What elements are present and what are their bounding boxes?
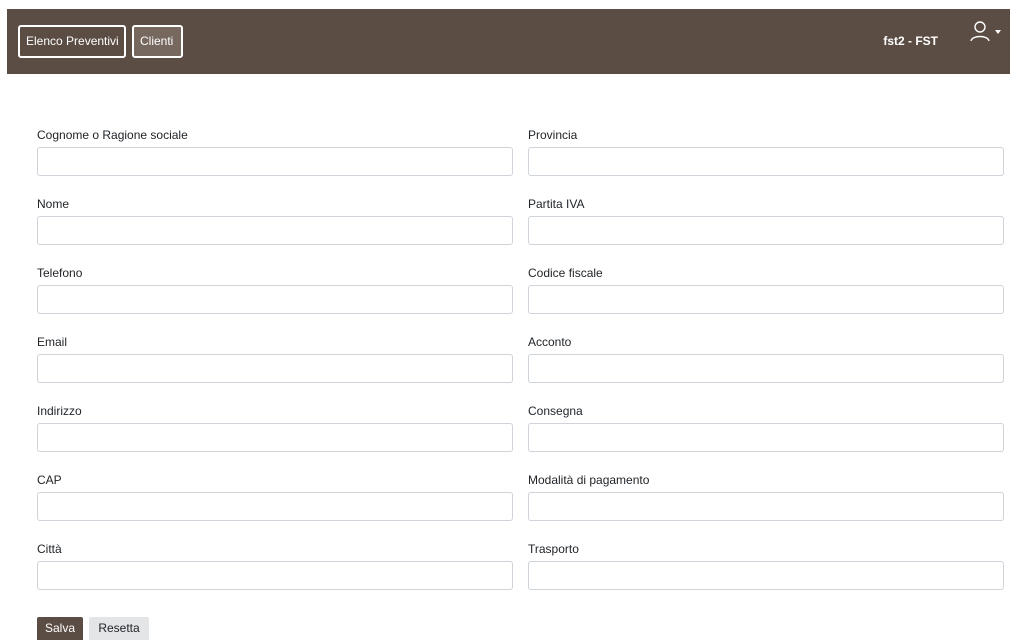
- partita-iva-input[interactable]: [528, 216, 1004, 245]
- field-nome: Nome: [37, 196, 513, 245]
- citta-input[interactable]: [37, 561, 513, 590]
- field-label: Provincia: [528, 128, 578, 142]
- field-telefono: Telefono: [37, 265, 513, 314]
- field-modalita-pagamento: Modalità di pagamento: [528, 472, 1004, 521]
- field-cap: CAP: [37, 472, 513, 521]
- chevron-down-icon[interactable]: [995, 30, 1001, 34]
- field-cognome: Cognome o Ragione sociale: [37, 127, 513, 176]
- cognome-input[interactable]: [37, 147, 513, 176]
- reset-button[interactable]: Resetta: [89, 617, 149, 640]
- user-icon[interactable]: [969, 20, 991, 42]
- field-consegna: Consegna: [528, 403, 1004, 452]
- codice-fiscale-input[interactable]: [528, 285, 1004, 314]
- field-acconto: Acconto: [528, 334, 1004, 383]
- tab-clienti[interactable]: Clienti: [132, 25, 183, 58]
- field-label: Modalità di pagamento: [528, 473, 650, 487]
- field-label: Codice fiscale: [528, 266, 603, 280]
- field-label: Partita IVA: [528, 197, 585, 211]
- field-label: CAP: [37, 473, 62, 487]
- field-label: Acconto: [528, 335, 572, 349]
- field-indirizzo: Indirizzo: [37, 403, 513, 452]
- field-label: Nome: [37, 197, 70, 211]
- field-label: Email: [37, 335, 68, 349]
- field-partita-iva: Partita IVA: [528, 196, 1004, 245]
- nome-input[interactable]: [37, 216, 513, 245]
- field-label: Trasporto: [528, 542, 579, 556]
- acconto-input[interactable]: [528, 354, 1004, 383]
- email-input[interactable]: [37, 354, 513, 383]
- telefono-input[interactable]: [37, 285, 513, 314]
- field-provincia: Provincia: [528, 127, 1004, 176]
- user-label: fst2 - FST: [883, 34, 938, 48]
- trasporto-input[interactable]: [528, 561, 1004, 590]
- field-label: Indirizzo: [37, 404, 82, 418]
- tab-elenco-preventivi[interactable]: Elenco Preventivi: [18, 25, 126, 58]
- field-label: Consegna: [528, 404, 583, 418]
- field-trasporto: Trasporto: [528, 541, 1004, 590]
- provincia-input[interactable]: [528, 147, 1004, 176]
- field-label: Telefono: [37, 266, 83, 280]
- cap-input[interactable]: [37, 492, 513, 521]
- consegna-input[interactable]: [528, 423, 1004, 452]
- field-citta: Città: [37, 541, 513, 590]
- modalita-pagamento-input[interactable]: [528, 492, 1004, 521]
- field-email: Email: [37, 334, 513, 383]
- field-label: Cognome o Ragione sociale: [37, 128, 188, 142]
- top-navbar: Elenco Preventivi Clienti fst2 - FST: [7, 9, 1010, 74]
- field-codice-fiscale: Codice fiscale: [528, 265, 1004, 314]
- field-label: Città: [37, 542, 62, 556]
- save-button[interactable]: Salva: [37, 617, 83, 640]
- indirizzo-input[interactable]: [37, 423, 513, 452]
